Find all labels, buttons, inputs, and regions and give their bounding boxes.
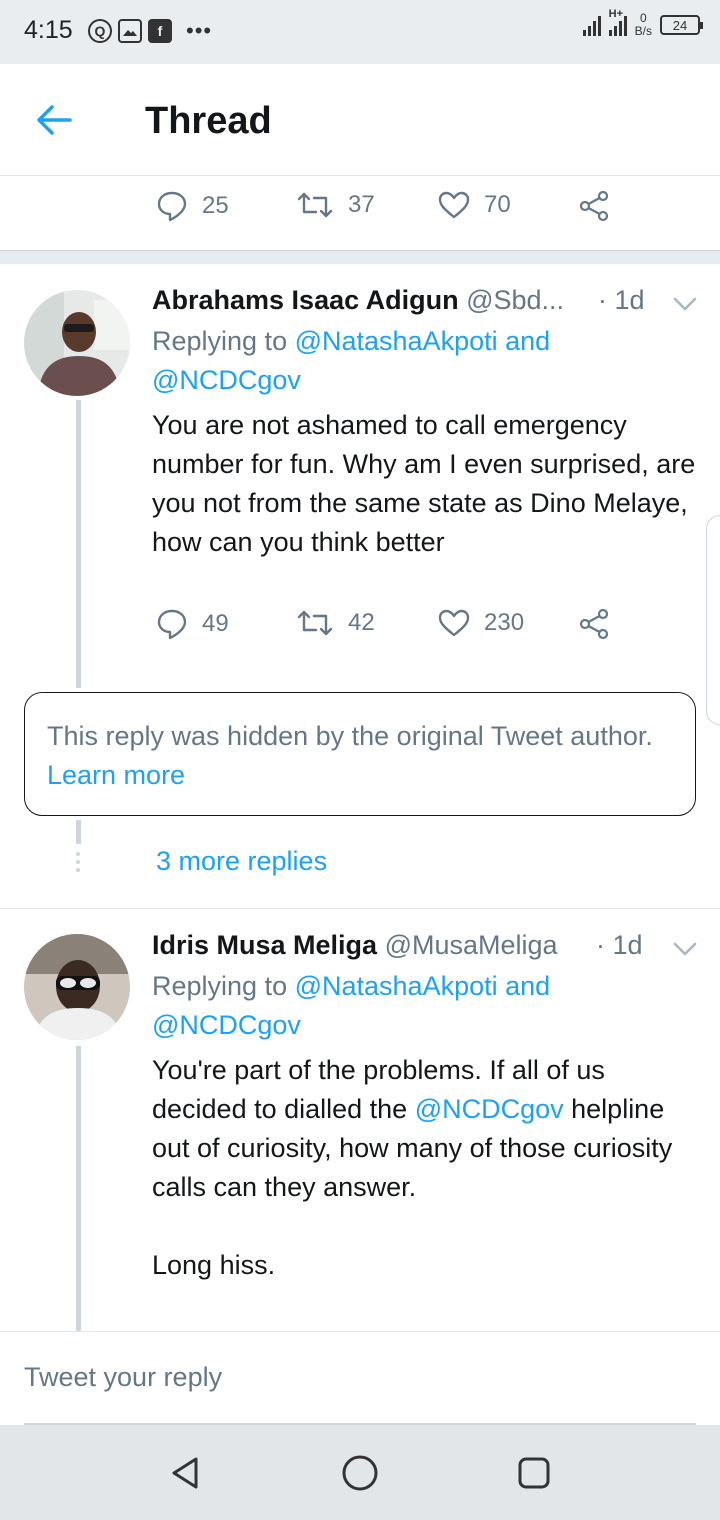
reply-count: 49 [202, 610, 229, 637]
network-type: H+ [608, 8, 624, 20]
arrow-left-icon[interactable] [34, 102, 74, 138]
replying-to: Replying to @NatashaAkpoti and @NCDCgov [152, 322, 692, 400]
thread-header: Thread [0, 64, 720, 176]
tweet-text: You're part of the problems. If all of u… [152, 1051, 702, 1207]
like-count: 230 [484, 609, 525, 636]
more-replies-link[interactable]: 3 more replies [156, 846, 327, 877]
top-tweet-actions: 25 37 70 [0, 190, 720, 230]
chat-notification-icon: Q [88, 19, 112, 43]
thread-dots [76, 852, 80, 876]
reply-input[interactable]: Tweet your reply [24, 1362, 696, 1425]
share-button[interactable] [578, 608, 610, 640]
replying-prefix: Replying to [152, 326, 295, 356]
chevron-down-icon[interactable] [671, 939, 699, 959]
more-notifications-icon: ••• [186, 18, 213, 43]
tweet-text-part: Long hiss. [152, 1250, 276, 1280]
status-bar: 4:15 Q f ••• H+ 0 B/s 24 [0, 0, 720, 64]
reply-button[interactable]: 49 [156, 608, 229, 640]
author-name[interactable]: Idris Musa Meliga [152, 930, 377, 960]
home-nav-icon[interactable] [340, 1453, 380, 1493]
status-time: 4:15 [24, 16, 73, 44]
hidden-reply-notice: This reply was hidden by the original Tw… [24, 692, 696, 816]
share-icon [579, 608, 609, 640]
status-right: H+ 0 B/s 24 [582, 8, 703, 38]
mention-link[interactable]: @NCDCgov [152, 365, 301, 395]
retweet-icon [297, 192, 333, 218]
author-handle[interactable]: @MusaMeliga [385, 930, 558, 960]
replying-and[interactable]: and [498, 326, 550, 356]
reply-icon [157, 191, 187, 222]
reply-composer: Tweet your reply [0, 1331, 720, 1425]
hidden-notice-text: This reply was hidden by the original Tw… [47, 721, 653, 751]
tweet-text: You are not ashamed to call emergency nu… [152, 410, 696, 557]
heart-icon [438, 191, 470, 219]
mention-link[interactable]: @NCDCgov [152, 1010, 301, 1040]
tweet-actions: 49 42 230 [0, 608, 720, 648]
tweet-time: · 1d [598, 285, 645, 315]
share-button[interactable] [578, 190, 610, 222]
retweet-count: 37 [348, 191, 375, 218]
image-notification-icon [118, 19, 142, 43]
like-count: 70 [484, 191, 511, 218]
learn-more-link[interactable]: Learn more [47, 760, 185, 790]
thread-connector [76, 1046, 81, 1332]
mention-link[interactable]: @NatashaAkpoti [295, 971, 498, 1001]
section-separator [0, 250, 720, 264]
battery-icon: 24 [660, 15, 703, 35]
tweet-time: · 1d [596, 930, 643, 960]
battery-level: 24 [672, 17, 688, 33]
signal-2-icon: H+ [608, 8, 627, 36]
signal-icon [582, 14, 601, 36]
page-title: Thread [145, 100, 272, 142]
thread-connector [76, 820, 81, 844]
retweet-button[interactable]: 42 [296, 608, 375, 638]
replying-prefix: Replying to [152, 971, 295, 1001]
reply-button[interactable]: 25 [156, 190, 229, 222]
tweet-header: Idris Musa Meliga @MusaMeliga [152, 930, 558, 961]
speed-unit: B/s [634, 24, 652, 38]
like-button[interactable]: 70 [438, 190, 511, 220]
reply-count: 25 [202, 192, 229, 219]
back-nav-icon[interactable] [166, 1453, 206, 1493]
notification-icons: Q f ••• [88, 18, 212, 44]
author-handle[interactable]: @Sbd... [466, 285, 564, 315]
retweet-count: 42 [348, 609, 375, 636]
retweet-icon [297, 610, 333, 636]
heart-icon [438, 609, 470, 637]
reply-icon [157, 609, 187, 640]
network-speed: 0 B/s [635, 12, 652, 38]
retweet-button[interactable]: 37 [296, 190, 375, 220]
recents-nav-icon[interactable] [514, 1453, 554, 1493]
divider [0, 908, 720, 909]
like-button[interactable]: 230 [438, 608, 524, 638]
tweet-header: Abrahams Isaac Adigun @Sbd... [152, 285, 564, 316]
edge-panel-handle[interactable] [706, 515, 720, 725]
replying-to: Replying to @NatashaAkpoti and @NCDCgov [152, 967, 692, 1045]
facebook-notification-icon: f [148, 19, 172, 43]
avatar[interactable] [24, 934, 130, 1040]
avatar[interactable] [24, 290, 130, 396]
chevron-down-icon[interactable] [671, 294, 699, 314]
system-nav-bar [0, 1425, 720, 1520]
mention-link[interactable]: @NatashaAkpoti [295, 326, 498, 356]
author-name[interactable]: Abrahams Isaac Adigun [152, 285, 459, 315]
replying-and[interactable]: and [498, 971, 550, 1001]
mention-link[interactable]: @NCDCgov [415, 1094, 564, 1124]
share-icon [579, 190, 609, 222]
